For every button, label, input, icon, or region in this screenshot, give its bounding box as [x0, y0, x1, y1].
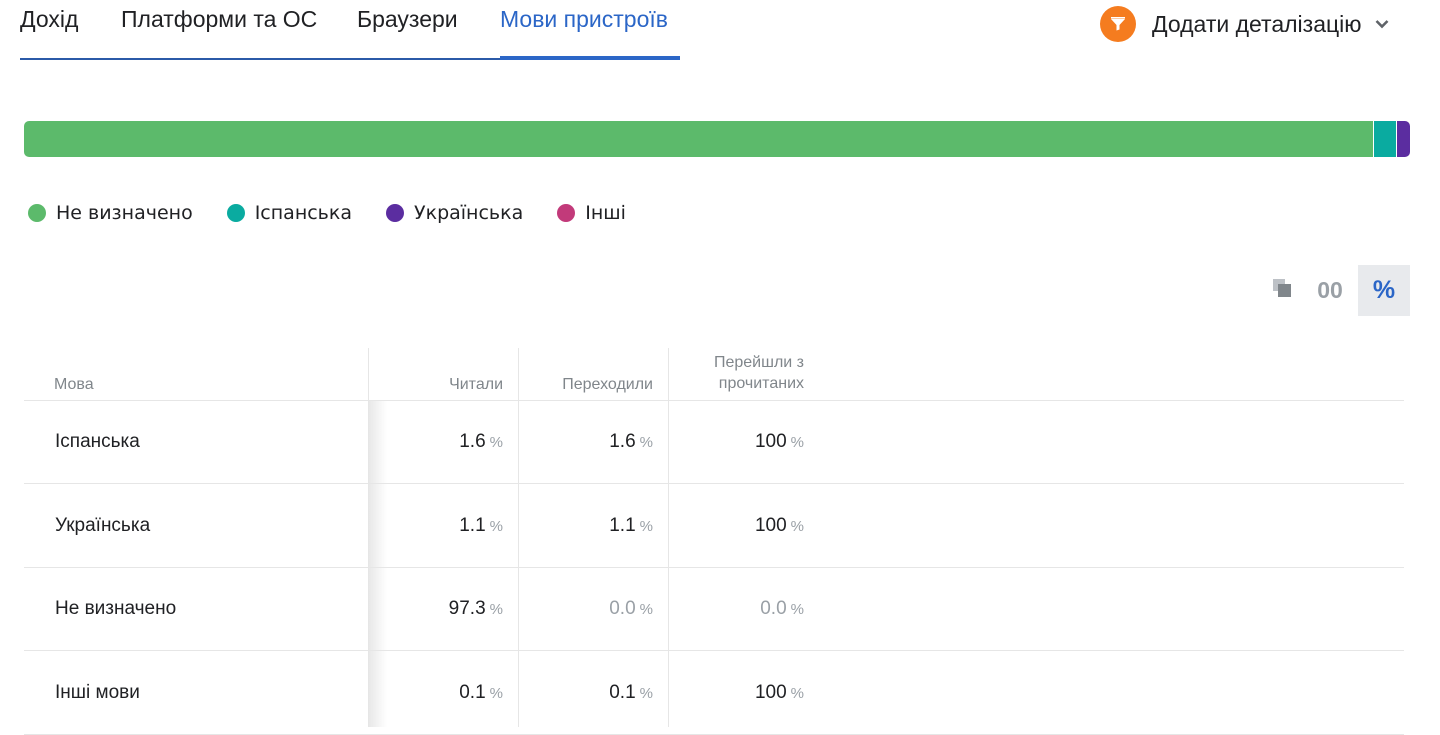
legend-dot-icon: [28, 204, 46, 222]
chevron-down-icon: [1372, 14, 1392, 34]
tab-revenue[interactable]: Дохід: [20, 6, 78, 33]
bar-segment[interactable]: [24, 121, 1373, 157]
cell-unit: %: [790, 684, 804, 702]
cell-value: 0.0: [760, 598, 787, 619]
table-row[interactable]: Інші мови 0.1% 0.1% 100%: [24, 652, 1404, 735]
legend-item[interactable]: Іспанська: [226, 202, 353, 224]
cell-value: 1.1: [459, 514, 486, 536]
cell-conversion: 100%: [668, 431, 804, 453]
language-distribution-bar: [24, 121, 1410, 157]
legend-dot-icon: [386, 204, 405, 222]
header-language[interactable]: Мова: [54, 374, 94, 395]
row-language: Інші мови: [55, 681, 140, 703]
row-divider: [24, 733, 1404, 735]
cell-unit: %: [489, 434, 503, 451]
row-language: Українська: [55, 514, 151, 536]
legend-dot-icon: [557, 204, 576, 222]
cell-unit: %: [639, 684, 653, 702]
cell-clicked: 1.6%: [518, 431, 653, 453]
cell-unit: %: [639, 601, 653, 618]
legend-item[interactable]: Українська: [386, 202, 523, 224]
cell-unit: %: [790, 434, 804, 451]
copy-icon: [1271, 277, 1293, 304]
cell-read: 1.1%: [368, 515, 503, 537]
header-conversion-line1: Перейшли з: [713, 354, 804, 371]
table-row[interactable]: Українська 1.1% 1.1% 100%: [24, 485, 1404, 568]
cell-value: 100: [754, 431, 787, 452]
bar-segment[interactable]: [1372, 121, 1396, 157]
cell-unit: %: [489, 684, 503, 702]
cell-value: 1.6: [459, 431, 486, 452]
cell-unit: %: [790, 517, 804, 535]
cell-value: 100: [754, 681, 787, 703]
bar-segment[interactable]: [1395, 121, 1410, 157]
cell-read: 0.1%: [368, 682, 503, 704]
tab-bar: Дохід Платформи та ОС Браузери Мови прис…: [20, 0, 680, 60]
header-conversion-line2: прочитаних: [718, 375, 804, 392]
cell-value: 100: [754, 514, 787, 536]
table-row[interactable]: Іспанська 1.6% 1.6% 100%: [24, 401, 1404, 484]
absolute-values-toggle[interactable]: 00: [1302, 265, 1358, 316]
percent-toggle[interactable]: %: [1358, 265, 1410, 316]
tab-platforms-os[interactable]: Платформи та ОС: [121, 6, 317, 33]
table-row[interactable]: Не визначено 97.3% 0.0% 0.0%: [24, 568, 1404, 651]
legend-label: Не визначено: [56, 202, 193, 224]
tab-browsers[interactable]: Браузери: [357, 6, 458, 33]
cell-read: 1.6%: [368, 431, 503, 453]
tab-device-languages[interactable]: Мови пристроїв: [500, 6, 668, 33]
legend-label: Іспанська: [254, 202, 353, 224]
cell-value: 1.6: [609, 431, 636, 452]
legend-item[interactable]: Інші: [557, 202, 626, 224]
row-language: Не визначено: [55, 598, 177, 619]
languages-table: Мова Читали Переходили Перейшли з прочит…: [24, 348, 1404, 735]
view-toggle: 00 %: [1262, 265, 1410, 316]
active-tab-indicator: [500, 56, 680, 60]
copy-button[interactable]: [1262, 265, 1302, 316]
cell-value: 1.1: [609, 514, 636, 536]
cell-read: 97.3%: [368, 598, 503, 620]
cell-unit: %: [639, 434, 653, 451]
cell-value: 0.1: [609, 681, 636, 703]
cell-value: 0.0: [609, 598, 636, 619]
header-conversion[interactable]: Перейшли з прочитаних: [668, 352, 804, 394]
legend-label: Інші: [585, 202, 626, 224]
cell-unit: %: [790, 601, 804, 618]
cell-unit: %: [639, 517, 653, 535]
legend-dot-icon: [226, 204, 245, 222]
cell-unit: %: [489, 601, 503, 618]
legend-label: Українська: [414, 202, 524, 224]
filter-icon: [1100, 6, 1136, 42]
cell-clicked: 0.1%: [518, 682, 653, 704]
cell-clicked: 0.0%: [518, 598, 653, 620]
cell-conversion: 0.0%: [668, 598, 804, 620]
header-clicked[interactable]: Переходили: [518, 374, 653, 395]
cell-conversion: 100%: [668, 682, 804, 704]
header-read[interactable]: Читали: [368, 374, 503, 395]
add-detail-button[interactable]: Додати деталізацію: [1100, 4, 1392, 44]
legend-item[interactable]: Не визначено: [28, 202, 193, 224]
cell-unit: %: [489, 517, 503, 535]
cell-conversion: 100%: [668, 515, 804, 537]
cell-value: 97.3: [448, 598, 486, 619]
cell-value: 0.1: [459, 681, 486, 703]
add-detail-label: Додати деталізацію: [1152, 10, 1362, 37]
legend: Не визначено Іспанська Українська Інші: [28, 202, 660, 224]
row-language: Іспанська: [55, 431, 140, 452]
cell-clicked: 1.1%: [518, 515, 653, 537]
